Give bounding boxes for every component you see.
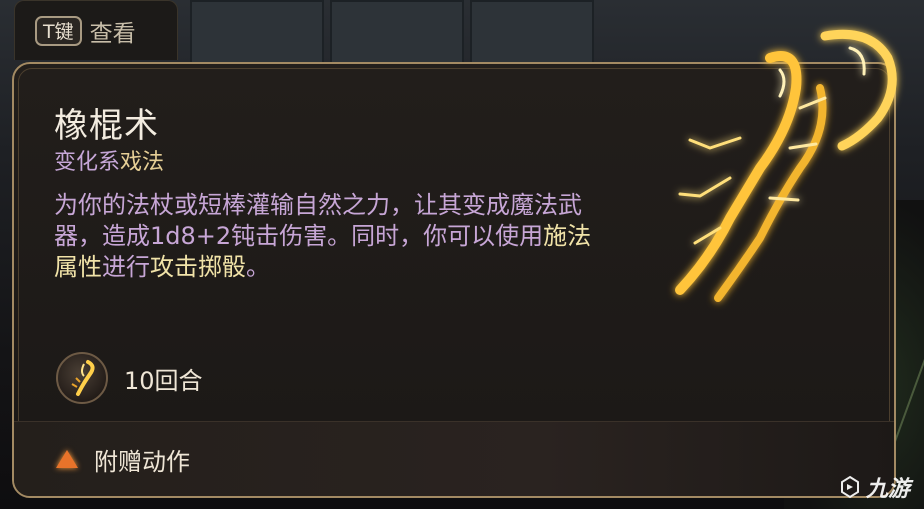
watermark-text: 九游 (865, 477, 910, 502)
spell-subtitle: 变化系戏法 (54, 144, 164, 176)
spell-description: 为你的法杖或短棒灌输自然之力，让其变成魔法武器，造成1d8+2钝击伤害。同时，你… (54, 190, 614, 283)
spell-school: 变化系 (54, 150, 121, 175)
description-keyword[interactable]: 攻击掷骰 (150, 253, 246, 281)
wall-panel (330, 0, 464, 64)
inspect-hint-tab[interactable]: T键 查看 (14, 0, 178, 60)
bonus-action-triangle-icon (56, 450, 78, 468)
spell-type: 戏法 (120, 150, 165, 175)
key-badge: T键 (35, 15, 82, 46)
description-text: 为你的法杖或短棒灌输自然之力，让其变成魔法武器，造成1d8+2钝击伤害。同时，你… (54, 191, 582, 250)
watermark: 九游 (838, 471, 910, 503)
duration-row: 10回合 (56, 352, 203, 404)
watermark-logo-icon (840, 475, 859, 499)
wall-panel (190, 0, 324, 64)
staff-glow-icon (56, 352, 108, 404)
action-cost-text: 附赠动作 (94, 447, 190, 476)
description-text: 进行 (102, 253, 150, 281)
spell-tooltip: 橡棍术 变化系戏法 为你的法杖或短棒灌输自然之力，让其变成魔法武器，造成1d8+… (12, 62, 896, 498)
action-cost-bar: 附赠动作 (14, 421, 894, 496)
description-text: 。 (246, 253, 270, 281)
inspect-label: 查看 (89, 20, 136, 47)
wall-panel (470, 0, 594, 64)
duration-text: 10回合 (124, 366, 203, 395)
spell-name: 橡棍术 (54, 106, 159, 146)
